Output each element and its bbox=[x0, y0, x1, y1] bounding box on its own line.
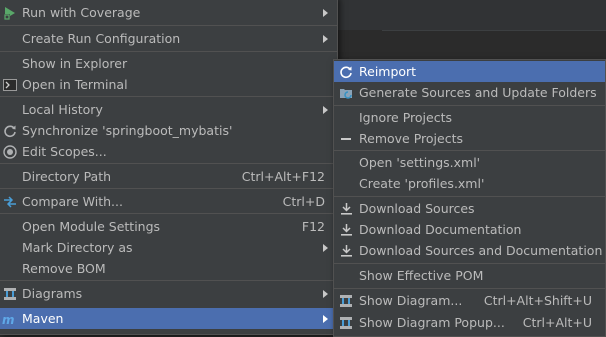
submenu-item-download-sources-and-documentation[interactable]: Download Sources and Documentation bbox=[334, 240, 605, 261]
diagrams-icon bbox=[2, 286, 18, 301]
menu-item-label: Local History bbox=[22, 102, 103, 117]
project-context-menu: Run with Coverage Create Run Configurati… bbox=[0, 0, 338, 335]
menu-item-label: Download Sources and Documentation bbox=[359, 243, 603, 258]
menu-item-label: Download Sources bbox=[359, 201, 475, 216]
menu-item-label: Show Effective POM bbox=[359, 268, 484, 283]
menu-separator bbox=[0, 25, 337, 26]
submenu-item-download-documentation[interactable]: Download Documentation bbox=[334, 219, 605, 240]
sync-icon bbox=[2, 123, 18, 138]
menu-item-mark-directory-as[interactable]: Mark Directory as bbox=[0, 237, 337, 258]
menu-item-run-with-coverage[interactable]: Run with Coverage bbox=[0, 2, 337, 23]
menu-item-diagrams[interactable]: Diagrams bbox=[0, 283, 337, 304]
menu-separator bbox=[0, 96, 337, 97]
menu-item-label: Edit Scopes... bbox=[22, 144, 107, 159]
menu-item-label: Diagrams bbox=[22, 286, 83, 301]
compare-icon bbox=[2, 194, 18, 209]
menu-item-label: Remove BOM bbox=[22, 261, 106, 276]
submenu-arrow-icon bbox=[323, 106, 328, 114]
submenu-arrow-icon bbox=[323, 315, 328, 323]
menu-separator bbox=[334, 196, 605, 197]
menu-item-label: Show Diagram... bbox=[359, 293, 463, 308]
diagram-icon bbox=[338, 315, 354, 330]
menu-separator bbox=[334, 105, 605, 106]
menu-item-label: Run with Coverage bbox=[22, 5, 141, 20]
menu-item-label: Compare With... bbox=[22, 194, 123, 209]
shortcut-label: Ctrl+Alt+U bbox=[522, 315, 592, 330]
submenu-item-remove-projects[interactable]: Remove Projects bbox=[334, 128, 605, 149]
menu-item-label: Remove Projects bbox=[359, 131, 463, 146]
diagram-icon bbox=[338, 293, 354, 308]
minus-icon bbox=[338, 131, 354, 146]
generate-sources-icon bbox=[338, 85, 354, 100]
menu-item-label: Open Module Settings bbox=[22, 219, 161, 234]
menu-item-maven[interactable]: m Maven bbox=[0, 308, 337, 329]
scopes-icon bbox=[2, 144, 18, 159]
menu-separator bbox=[0, 280, 337, 281]
submenu-arrow-icon bbox=[323, 35, 328, 43]
menu-item-open-in-terminal[interactable]: Open in Terminal bbox=[0, 74, 337, 95]
menu-item-label: Download Documentation bbox=[359, 222, 522, 237]
submenu-arrow-icon bbox=[323, 244, 328, 252]
submenu-item-show-effective-pom[interactable]: Show Effective POM bbox=[334, 265, 605, 286]
menu-item-label: Open in Terminal bbox=[22, 77, 128, 92]
menu-item-label: Create Run Configuration bbox=[22, 31, 181, 46]
menu-item-label: Create 'profiles.xml' bbox=[359, 176, 485, 191]
submenu-item-generate-sources[interactable]: Generate Sources and Update Folders bbox=[334, 82, 605, 103]
maven-submenu: Reimport Generate Sources and Update Fol… bbox=[333, 59, 606, 337]
menu-item-compare-with[interactable]: Compare With... Ctrl+D bbox=[0, 191, 337, 212]
menu-item-label: Directory Path bbox=[22, 169, 112, 184]
menu-separator bbox=[334, 150, 605, 151]
submenu-item-create-profiles-xml[interactable]: Create 'profiles.xml' bbox=[334, 173, 605, 194]
menu-item-label: Ignore Projects bbox=[359, 110, 452, 125]
menu-separator bbox=[0, 188, 337, 189]
menu-item-label: Generate Sources and Update Folders bbox=[359, 85, 597, 100]
menu-item-remove-bom[interactable]: Remove BOM bbox=[0, 258, 337, 279]
coverage-icon bbox=[2, 5, 18, 20]
menu-item-label: Reimport bbox=[359, 64, 417, 79]
menu-separator bbox=[0, 51, 337, 52]
submenu-arrow-icon bbox=[323, 290, 328, 298]
shortcut-label: Ctrl+D bbox=[282, 194, 325, 209]
menu-item-label: Synchronize 'springboot_mybatis' bbox=[22, 123, 233, 138]
submenu-item-show-diagram-popup[interactable]: Show Diagram Popup... Ctrl+Alt+U bbox=[334, 312, 605, 333]
menu-item-edit-scopes[interactable]: Edit Scopes... bbox=[0, 141, 337, 162]
menu-separator bbox=[0, 213, 337, 214]
submenu-item-reimport[interactable]: Reimport bbox=[334, 61, 605, 82]
menu-item-directory-path[interactable]: Directory Path Ctrl+Alt+F12 bbox=[0, 166, 337, 187]
menu-item-label: Show Diagram Popup... bbox=[359, 315, 505, 330]
menu-separator bbox=[334, 288, 605, 289]
submenu-item-download-sources[interactable]: Download Sources bbox=[334, 198, 605, 219]
editor-divider bbox=[382, 30, 606, 31]
submenu-item-ignore-projects[interactable]: Ignore Projects bbox=[334, 107, 605, 128]
submenu-arrow-icon bbox=[323, 9, 328, 17]
menu-item-show-in-explorer[interactable]: Show in Explorer bbox=[0, 53, 337, 74]
menu-item-label: Show in Explorer bbox=[22, 56, 128, 71]
menu-item-label: Mark Directory as bbox=[22, 240, 133, 255]
menu-separator bbox=[0, 163, 337, 164]
shortcut-label: Ctrl+Alt+Shift+U bbox=[483, 293, 592, 308]
download-icon bbox=[338, 243, 354, 258]
menu-item-label: Open 'settings.xml' bbox=[359, 155, 481, 170]
menu-item-label: Maven bbox=[22, 311, 64, 326]
maven-icon: m bbox=[2, 311, 18, 326]
shortcut-label: Ctrl+Alt+F12 bbox=[241, 169, 325, 184]
menu-item-local-history[interactable]: Local History bbox=[0, 99, 337, 120]
submenu-item-open-settings-xml[interactable]: Open 'settings.xml' bbox=[334, 152, 605, 173]
menu-separator bbox=[334, 263, 605, 264]
svg-text:m: m bbox=[2, 313, 15, 325]
shortcut-label: F12 bbox=[301, 219, 325, 234]
download-icon bbox=[338, 222, 354, 237]
download-icon bbox=[338, 201, 354, 216]
terminal-icon bbox=[2, 77, 18, 92]
editor-tab-strip bbox=[338, 0, 606, 30]
menu-item-create-run-configuration[interactable]: Create Run Configuration bbox=[0, 28, 337, 49]
submenu-item-show-diagram[interactable]: Show Diagram... Ctrl+Alt+Shift+U bbox=[334, 290, 605, 311]
menu-item-open-module-settings[interactable]: Open Module Settings F12 bbox=[0, 216, 337, 237]
menu-item-synchronize[interactable]: Synchronize 'springboot_mybatis' bbox=[0, 120, 337, 141]
reimport-icon bbox=[338, 64, 354, 79]
